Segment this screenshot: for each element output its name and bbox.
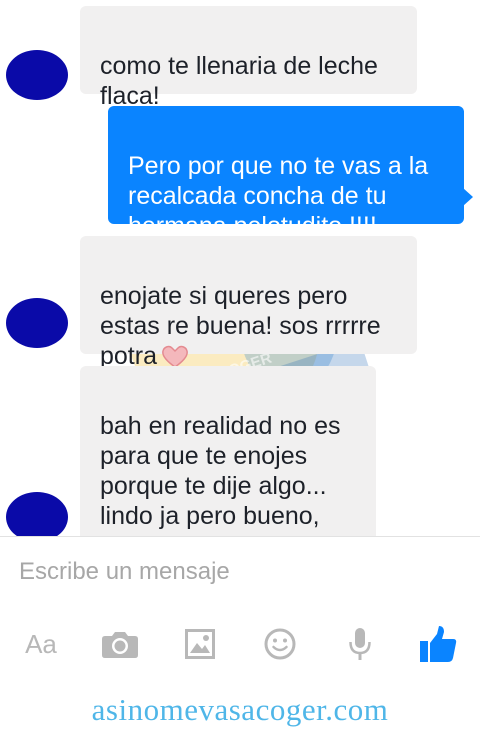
image-icon: [185, 629, 215, 659]
message-input[interactable]: Escribe un mensaje: [19, 558, 230, 586]
site-watermark: asinomevasacoger.com: [91, 692, 389, 727]
message-text: Pero por que no te vas a la recalcada co…: [128, 152, 429, 240]
composer-toolbar: Aa: [0, 610, 480, 680]
text-format-button[interactable]: Aa: [19, 622, 63, 666]
thumbs-up-icon: [420, 626, 457, 662]
message-text: bah en realidad no es para que te enojes…: [100, 412, 346, 536]
message-bubble-outgoing: Pero por que no te vas a la recalcada co…: [108, 106, 464, 240]
contact-avatar[interactable]: [6, 50, 68, 100]
composer-divider: [0, 536, 480, 537]
message-bubble-incoming: enojate si queres pero estas re buena! s…: [80, 236, 417, 370]
contact-avatar[interactable]: [6, 298, 68, 348]
message-bubble-incoming: bah en realidad no es para que te enojes…: [80, 366, 376, 536]
contact-avatar[interactable]: [6, 492, 68, 536]
message-text: enojate si queres pero estas re buena! s…: [100, 282, 381, 370]
smiley-icon: [264, 628, 296, 660]
voice-button[interactable]: [338, 622, 382, 666]
message-text: como te llenaria de leche flaca!: [100, 52, 378, 110]
like-button[interactable]: [416, 622, 460, 666]
bubble-tail: [463, 188, 473, 206]
gallery-button[interactable]: [178, 622, 222, 666]
emoji-button[interactable]: [258, 622, 302, 666]
conversation: A COGER PELOTUDO! como te llenaria de le…: [0, 0, 480, 536]
aa-label: Aa: [25, 628, 57, 659]
message-bubble-incoming: como te llenaria de leche flaca!: [80, 6, 417, 110]
microphone-icon: [349, 628, 371, 660]
camera-icon: [102, 632, 138, 658]
camera-button[interactable]: [98, 622, 142, 666]
